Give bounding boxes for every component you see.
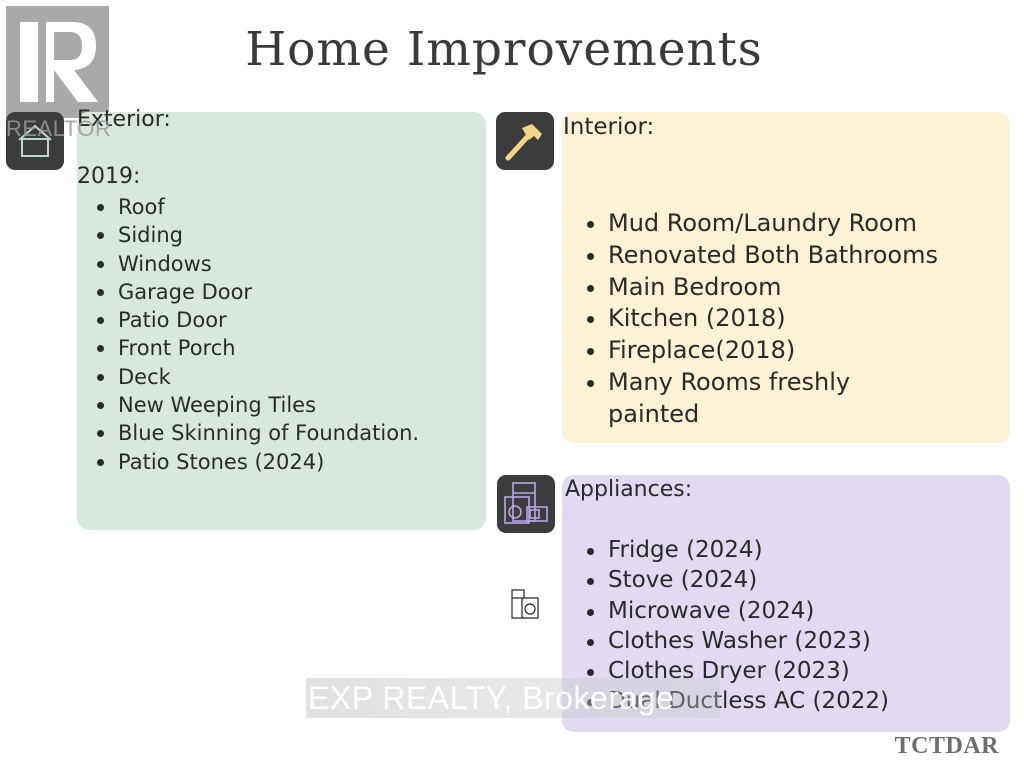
interior-heading: Interior: [563,114,655,140]
list-item: New Weeping Tiles [78,391,478,419]
list-item: Garage Door [78,278,478,306]
list-item: Clothes Washer (2023) [568,626,988,656]
list-item: Main Bedroom [568,272,988,304]
appliances-icon [504,482,548,524]
list-item: Fireplace(2018) [568,335,988,367]
list-item: Patio Stones (2024) [78,448,478,476]
brand-mark: TCTDAR [894,733,999,759]
list-item: Patio Door [78,306,478,334]
list-item: Fridge (2024) [568,535,988,565]
list-item: Siding [78,221,478,249]
washer-fridge-icon [511,589,539,619]
appliances-heading: Appliances: [565,477,693,502]
appliances-icon-tile [497,475,555,533]
exterior-year: 2019: [77,164,141,189]
list-item: Deck [78,363,478,391]
list-item: Roof [78,193,478,221]
list-item: Stove (2024) [568,565,988,595]
list-item: Many Rooms freshly painted [568,367,908,431]
realtor-wordmark: REALTOR [6,116,112,141]
exterior-list: Roof Siding Windows Garage Door Patio Do… [78,193,478,476]
list-item: Renovated Both Bathrooms [568,240,988,272]
page-title: Home Improvements [245,22,763,77]
list-item: Mud Room/Laundry Room [568,208,988,240]
brokerage-watermark: EXP REALTY, Brokerage [306,678,720,718]
hammer-icon [505,124,542,161]
list-item: Front Porch [78,334,478,362]
list-item: Blue Skinning of Foundation. [78,419,478,447]
list-item: Microwave (2024) [568,596,988,626]
list-item: Windows [78,250,478,278]
interior-icon-tile [496,112,554,170]
list-item: Kitchen (2018) [568,303,988,335]
interior-list: Mud Room/Laundry Room Renovated Both Bat… [568,208,988,431]
